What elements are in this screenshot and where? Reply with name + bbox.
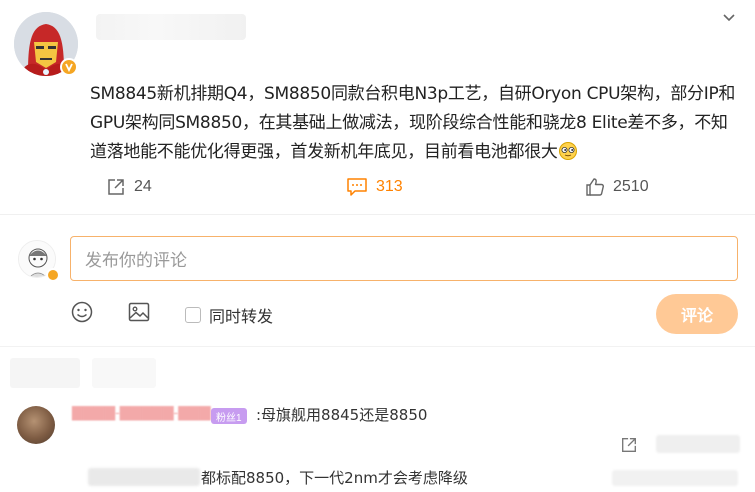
repost-checkbox[interactable] <box>185 307 201 323</box>
fan-level-badge: 粉丝1 <box>211 408 247 424</box>
verified-badge-icon <box>46 268 60 282</box>
image-icon <box>127 302 151 328</box>
sort-tab-redacted[interactable] <box>10 358 80 388</box>
reply-author-redacted[interactable] <box>88 468 200 486</box>
current-user-avatar[interactable] <box>18 240 60 282</box>
smirk-face-emoji-icon <box>558 141 578 160</box>
post-body-text: SM8845新机排期Q4，SM8850同款台积电N3p工艺，自研Oryon CP… <box>90 80 740 167</box>
comment-icon <box>346 177 368 197</box>
fan-badge-text: 粉丝1 <box>216 412 242 424</box>
repost-label-text: 同时转发 <box>209 307 274 326</box>
author-name-redacted[interactable] <box>96 14 246 40</box>
comment-input-placeholder: 发布你的评论 <box>85 251 187 271</box>
repost-checkbox-label[interactable]: 同时转发 <box>185 303 273 327</box>
chevron-down-icon[interactable] <box>721 10 737 26</box>
emoji-button[interactable] <box>70 300 94 324</box>
comment-text: :母旗舰用8845还是8850 <box>256 406 428 424</box>
divider <box>0 346 755 347</box>
image-upload-button[interactable] <box>127 300 151 324</box>
reply-text: 都标配8850，下一代2nm才会考虑降级 <box>201 469 468 487</box>
forward-button[interactable]: 24 <box>106 176 152 198</box>
verified-badge-icon <box>60 58 78 76</box>
author-avatar[interactable] <box>14 12 78 76</box>
submit-comment-button[interactable]: 评论 <box>656 294 738 334</box>
divider <box>0 214 755 215</box>
reply-meta-redacted <box>612 470 738 486</box>
thumbs-up-icon <box>585 177 605 197</box>
forward-count: 24 <box>134 178 152 195</box>
comment-input[interactable]: 发布你的评论 <box>70 236 738 281</box>
sort-tab-redacted[interactable] <box>92 358 156 388</box>
comment-button[interactable]: 313 <box>346 176 403 198</box>
comment-share-icon[interactable] <box>620 436 638 454</box>
weibo-post-card: SM8845新机排期Q4，SM8850同款台积电N3p工艺，自研Oryon CP… <box>0 0 755 492</box>
post-text-content: SM8845新机排期Q4，SM8850同款台积电N3p工艺，自研Oryon CP… <box>90 84 736 162</box>
commenter-name-redacted[interactable]: ▇▇▇▇-▇▇▇▇▇-▇▇▇ <box>72 404 211 424</box>
like-count: 2510 <box>613 178 649 195</box>
share-icon <box>106 177 126 197</box>
commenter-avatar[interactable] <box>17 406 55 444</box>
like-button[interactable]: 2510 <box>585 176 649 198</box>
comment-actions-redacted[interactable] <box>656 435 740 453</box>
comment-count: 313 <box>376 178 403 195</box>
smiley-icon <box>70 301 94 328</box>
